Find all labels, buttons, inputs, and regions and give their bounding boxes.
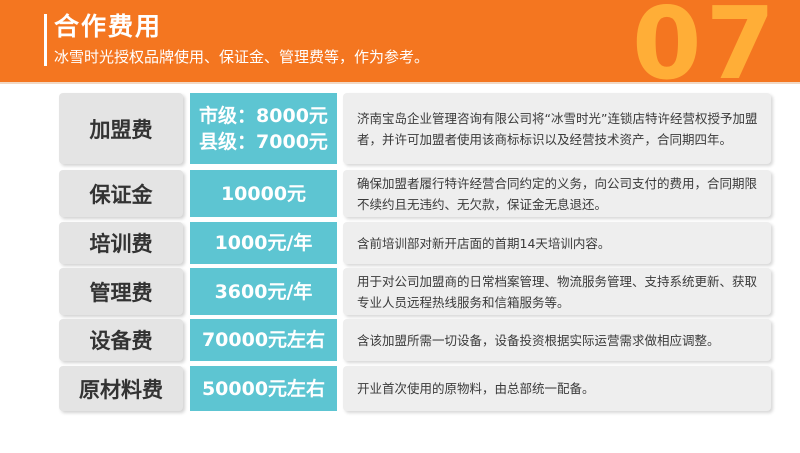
page-title: 合作费用: [54, 12, 163, 41]
fee-value-line: 1000元/年: [214, 232, 313, 254]
fee-row-equipment: 设备费 70000元左右 含该加盟所需一切设备，设备投资根据实际运营需求做相应调…: [59, 319, 771, 361]
fee-value-line: 县级：7000元: [199, 130, 328, 153]
section-number: 07: [632, 0, 780, 82]
fee-name: 原材料费: [59, 366, 183, 411]
fee-row-training: 培训费 1000元/年 含前培训部对新开店面的首期14天培训内容。: [59, 222, 771, 264]
fee-row-deposit: 保证金 10000元 确保加盟者履行特许经营合同约定的义务，向公司支付的费用，合…: [59, 170, 771, 217]
fee-description-text: 用于对公司加盟商的日常档案管理、物流服务管理、支持系统更新、获取专业人员远程热线…: [357, 273, 758, 310]
header-divider: [0, 82, 800, 84]
fee-description-text: 济南宝岛企业管理咨询有限公司将“冰雪时光”连锁店特许经营权授予加盟者，并许可加盟…: [357, 110, 758, 147]
fee-value: 市级：8000元 县级：7000元: [190, 93, 337, 164]
fee-description-text: 开业首次使用的原物料，由总部统一配备。: [357, 381, 595, 396]
fee-value: 50000元左右: [190, 366, 337, 411]
slide: 合作费用 冰雪时光授权品牌使用、保证金、管理费等，作为参考。 07 加盟费 市级…: [0, 0, 800, 453]
fee-row-materials: 原材料费 50000元左右 开业首次使用的原物料，由总部统一配备。: [59, 366, 771, 411]
title-accent-bar: [44, 14, 47, 66]
fee-description: 确保加盟者履行特许经营合同约定的义务，向公司支付的费用，合同期限不续约且无违约、…: [343, 170, 771, 217]
fee-description: 开业首次使用的原物料，由总部统一配备。: [343, 366, 771, 411]
fee-description-text: 含前培训部对新开店面的首期14天培训内容。: [357, 235, 611, 251]
fee-row-management: 管理费 3600元/年 用于对公司加盟商的日常档案管理、物流服务管理、支持系统更…: [59, 268, 771, 315]
page-subtitle: 冰雪时光授权品牌使用、保证金、管理费等，作为参考。: [54, 48, 430, 66]
fee-description: 含该加盟所需一切设备，设备投资根据实际运营需求做相应调整。: [343, 319, 771, 361]
fee-value: 10000元: [190, 170, 337, 217]
fee-value-line: 70000元左右: [201, 329, 326, 351]
fee-value: 1000元/年: [190, 222, 337, 264]
fee-description-text: 确保加盟者履行特许经营合同约定的义务，向公司支付的费用，合同期限不续约且无违约、…: [357, 175, 758, 212]
fee-value-line: 3600元/年: [214, 280, 313, 303]
fee-description: 用于对公司加盟商的日常档案管理、物流服务管理、支持系统更新、获取专业人员远程热线…: [343, 268, 771, 315]
fee-name: 保证金: [59, 170, 183, 217]
header-banner: 合作费用 冰雪时光授权品牌使用、保证金、管理费等，作为参考。 07: [0, 0, 800, 82]
fee-row-franchise: 加盟费 市级：8000元 县级：7000元 济南宝岛企业管理咨询有限公司将“冰雪…: [59, 93, 771, 164]
fee-name: 管理费: [59, 268, 183, 315]
fee-value-line: 市级：8000元: [199, 104, 328, 127]
fee-name: 加盟费: [59, 93, 183, 164]
fee-value-line: 50000元左右: [201, 377, 326, 400]
fee-value: 70000元左右: [190, 319, 337, 361]
fee-value: 3600元/年: [190, 268, 337, 315]
fee-description: 济南宝岛企业管理咨询有限公司将“冰雪时光”连锁店特许经营权授予加盟者，并许可加盟…: [343, 93, 771, 164]
fee-description: 含前培训部对新开店面的首期14天培训内容。: [343, 222, 771, 264]
fee-name: 设备费: [59, 319, 183, 361]
fee-name: 培训费: [59, 222, 183, 264]
fee-description-text: 含该加盟所需一切设备，设备投资根据实际运营需求做相应调整。: [357, 332, 720, 348]
fee-value-line: 10000元: [220, 182, 307, 205]
